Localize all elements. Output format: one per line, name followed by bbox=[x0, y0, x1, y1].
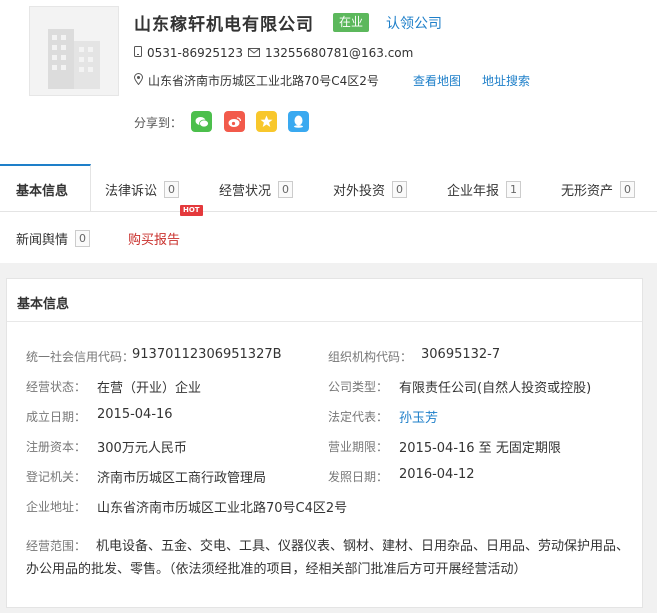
status-label: 经营状态： bbox=[26, 380, 87, 394]
company-logo-placeholder bbox=[29, 6, 119, 96]
issue-date-value: 2016-04-12 bbox=[399, 467, 475, 482]
credit-code-value: 91370112306951327B bbox=[132, 347, 282, 362]
tabs-divider bbox=[0, 211, 657, 212]
address-label: 企业地址： bbox=[26, 500, 87, 514]
company-name: 山东稼轩机电有限公司 bbox=[134, 15, 314, 35]
panel-title: 基本信息 bbox=[17, 297, 70, 312]
issue-date-label: 发照日期： bbox=[328, 470, 389, 484]
tab-news[interactable]: 新闻舆情 0 bbox=[16, 229, 91, 248]
email-row: 13255680781@163.com bbox=[248, 46, 413, 60]
business-scope: 经营范围： 机电设备、五金、交电、工具、仪器仪表、钢材、建材、日用杂品、日用品、劳… bbox=[26, 535, 636, 581]
tab-count-badge: 0 bbox=[164, 181, 180, 198]
tab-annual-report[interactable]: 企业年报 1 bbox=[447, 180, 522, 199]
claim-company-link[interactable]: 认领公司 bbox=[386, 13, 442, 33]
tab-count-badge: 1 bbox=[506, 181, 522, 198]
tab-count-badge: 0 bbox=[620, 181, 636, 198]
wechat-icon[interactable] bbox=[191, 111, 212, 132]
tab-count-badge: 0 bbox=[392, 181, 408, 198]
phone-icon bbox=[134, 46, 142, 60]
email-address: 13255680781@163.com bbox=[265, 46, 414, 60]
address-search-link[interactable]: 地址搜索 bbox=[482, 72, 530, 89]
view-map-link[interactable]: 查看地图 bbox=[413, 72, 461, 89]
capital-value: 300万元人民币 bbox=[97, 441, 187, 456]
tab-count-badge: 0 bbox=[75, 230, 91, 247]
phone-row: 0531-86925123 bbox=[134, 46, 243, 60]
term-label: 营业期限： bbox=[328, 440, 389, 454]
tab-investments[interactable]: 对外投资 0 bbox=[333, 180, 408, 199]
favorite-star-icon[interactable] bbox=[256, 111, 277, 132]
mail-icon bbox=[248, 46, 260, 60]
term-value: 2015-04-16 至 无固定期限 bbox=[399, 441, 561, 456]
tab-operations[interactable]: 经营状况 0 bbox=[219, 180, 294, 199]
company-header: 山东稼轩机电有限公司 在业 认领公司 0531-86925123 1325568… bbox=[0, 0, 657, 263]
type-value: 有限责任公司(自然人投资或控股) bbox=[399, 381, 592, 396]
type-label: 公司类型： bbox=[328, 380, 389, 394]
founded-value: 2015-04-16 bbox=[97, 407, 173, 422]
credit-code-label: 统一社会信用代码： bbox=[26, 350, 135, 364]
location-pin-icon bbox=[133, 73, 144, 88]
tab-legal[interactable]: 法律诉讼 0 bbox=[105, 180, 180, 199]
panel-divider bbox=[7, 321, 642, 322]
address-row: 山东省济南市历城区工业北路70号C4区2号 bbox=[133, 72, 379, 89]
tab-buy-report[interactable]: 购买报告 bbox=[128, 229, 180, 248]
company-address: 山东省济南市历城区工业北路70号C4区2号 bbox=[148, 74, 379, 88]
tab-intangible-assets[interactable]: 无形资产 0 bbox=[561, 180, 636, 199]
address-value: 山东省济南市历城区工业北路70号C4区2号 bbox=[97, 501, 348, 516]
org-code-label: 组织机构代码： bbox=[328, 350, 413, 364]
status-value: 在营（开业）企业 bbox=[97, 381, 202, 396]
status-badge: 在业 bbox=[333, 13, 370, 32]
tab-basic-info[interactable]: 基本信息 bbox=[16, 180, 68, 199]
scope-value: 机电设备、五金、交电、工具、仪器仪表、钢材、建材、日用杂品、日用品、劳动保护用品… bbox=[26, 539, 630, 577]
hot-badge: HOT bbox=[180, 205, 203, 216]
qq-icon[interactable] bbox=[288, 111, 309, 132]
scope-label: 经营范围： bbox=[26, 539, 87, 553]
capital-label: 注册资本： bbox=[26, 440, 87, 454]
founded-label: 成立日期： bbox=[26, 410, 87, 424]
legal-rep-label: 法定代表： bbox=[328, 410, 389, 424]
authority-label: 登记机关： bbox=[26, 470, 87, 484]
legal-rep-link[interactable]: 孙玉芳 bbox=[399, 407, 438, 426]
share-label: 分享到： bbox=[134, 116, 183, 130]
weibo-icon[interactable] bbox=[224, 111, 245, 132]
phone-number: 0531-86925123 bbox=[147, 46, 243, 60]
org-code-value: 30695132-7 bbox=[421, 347, 501, 362]
basic-info-panel: 基本信息 统一社会信用代码： 91370112306951327B 组织机构代码… bbox=[6, 278, 643, 608]
tab-count-badge: 0 bbox=[278, 181, 294, 198]
building-icon bbox=[48, 29, 100, 89]
authority-value: 济南市历城区工商行政管理局 bbox=[97, 471, 267, 486]
